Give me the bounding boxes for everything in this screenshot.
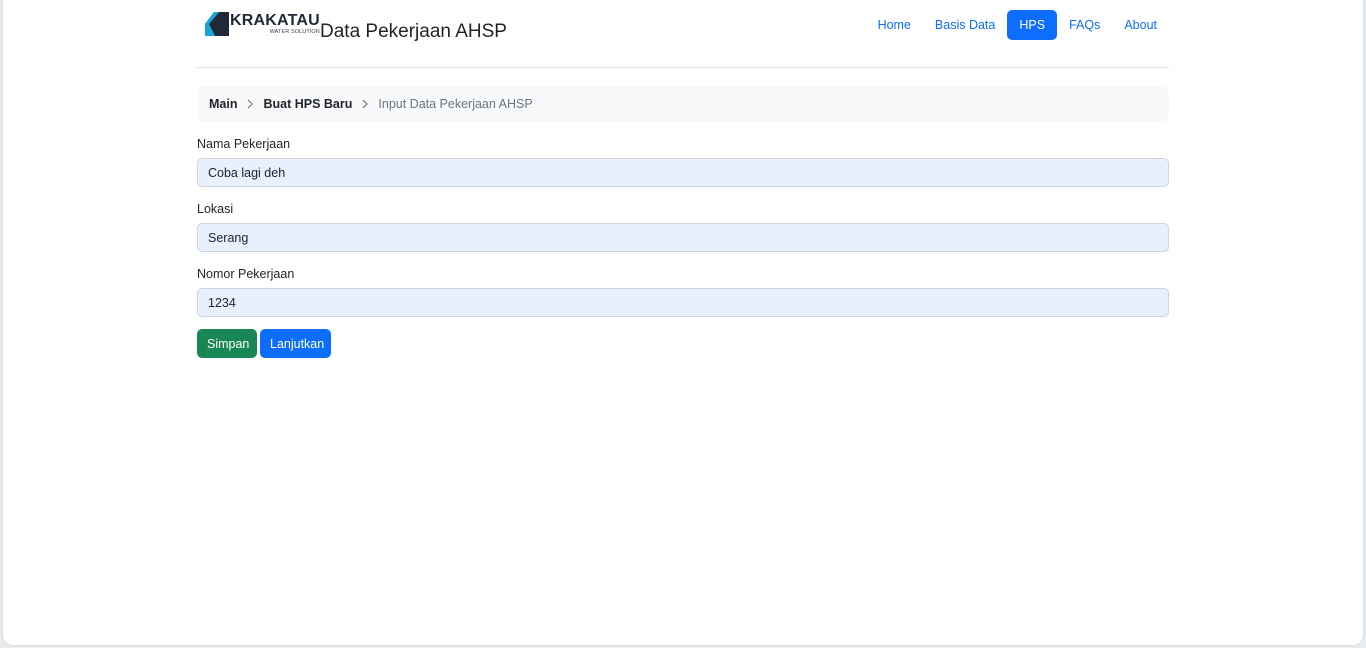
browser-viewport: KRAKATAU WATER SOLUTION Data Pekerjaan A… [3,0,1363,645]
krakatau-logo-icon [205,12,229,36]
nama-pekerjaan-input[interactable] [197,158,1169,187]
logo-tagline: WATER SOLUTION [269,29,320,35]
main-nav: Home Basis Data HPS FAQs About [866,10,1169,40]
lokasi-input[interactable] [197,223,1169,252]
logo-wordmark: KRAKATAU [230,12,320,29]
page-title: Data Pekerjaan AHSP [320,21,507,42]
lanjutkan-button[interactable]: Lanjutkan [260,329,331,358]
page-container: KRAKATAU WATER SOLUTION Data Pekerjaan A… [197,0,1169,358]
nav-hps[interactable]: HPS [1007,10,1058,40]
brand-link[interactable]: KRAKATAU WATER SOLUTION [205,12,320,36]
breadcrumb: Main Buat HPS Baru Input Data Pekerjaan … [197,86,1169,122]
nav-basis-data[interactable]: Basis Data [923,10,1007,40]
nama-pekerjaan-label: Nama Pekerjaan [197,137,291,151]
breadcrumb-buat-hps-baru[interactable]: Buat HPS Baru [263,97,352,111]
breadcrumb-main[interactable]: Main [209,97,237,111]
nomor-pekerjaan-input[interactable] [197,288,1169,317]
chevron-right-icon [361,99,369,109]
lokasi-label: Lokasi [197,202,234,216]
site-header: KRAKATAU WATER SOLUTION Data Pekerjaan A… [197,0,1169,68]
simpan-button[interactable]: Simpan [197,329,257,358]
chevron-right-icon [246,99,254,109]
nav-home[interactable]: Home [866,10,923,40]
breadcrumb-current: Input Data Pekerjaan AHSP [378,97,533,111]
krakatau-logo: KRAKATAU WATER SOLUTION [205,12,320,36]
nav-about[interactable]: About [1112,10,1169,40]
nav-faqs[interactable]: FAQs [1057,10,1112,40]
nomor-pekerjaan-label: Nomor Pekerjaan [197,267,295,281]
